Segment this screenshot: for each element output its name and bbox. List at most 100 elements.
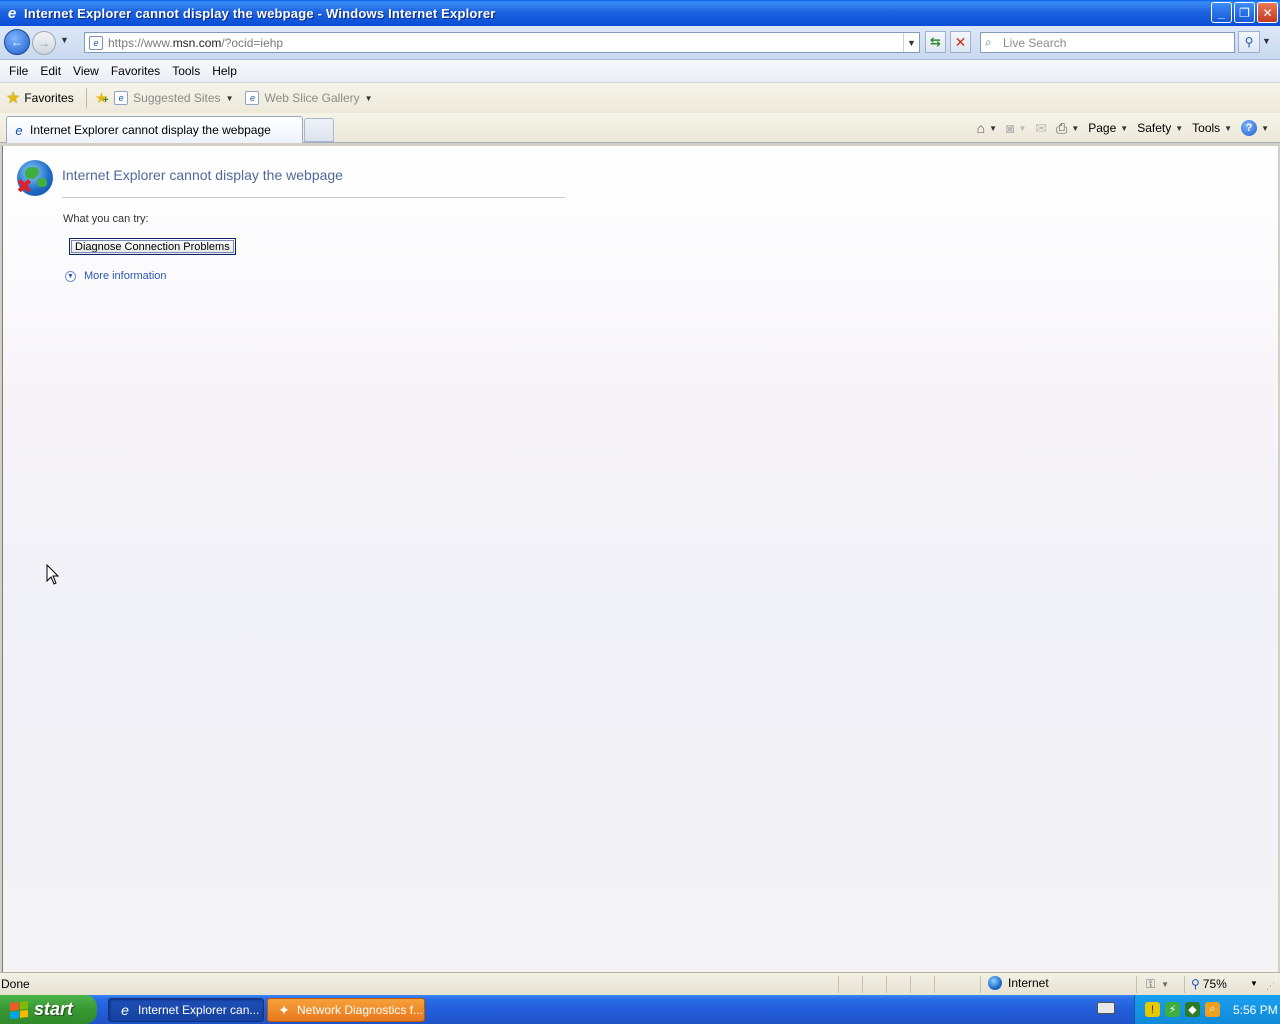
chevron-down-icon: ▼ [1120,123,1129,133]
navigation-bar: ← → ▼ e https://www.msn.com/?ocid=iehp ▼… [0,26,1280,60]
taskbar-ie-label: Internet Explorer can... [138,1003,260,1017]
zoom-dropdown[interactable]: ▼ [1250,979,1258,988]
chevron-down-icon: ▼ [1175,123,1184,133]
internet-zone-icon [988,976,1002,990]
search-icon: ⚲ [1244,35,1254,49]
start-button[interactable]: start [0,995,97,1024]
search-tray-icon[interactable]: ⌕ [1205,1002,1220,1017]
minimize-button[interactable]: _ [1211,2,1232,23]
feeds-button[interactable]: ◙ ▼ [1003,120,1029,136]
new-tab-button[interactable] [304,118,334,142]
ie-icon: e [15,122,23,138]
chevron-down-icon[interactable]: ▼ [989,124,997,133]
search-options-dropdown[interactable]: ▼ [1262,36,1271,46]
page-menu-label: Page [1088,121,1117,135]
antivirus-icon[interactable]: ◆ [1185,1002,1200,1017]
status-divider [910,976,911,993]
address-dropdown[interactable]: ▼ [903,33,919,52]
favorites-label: Favorites [24,91,74,105]
ie-page-icon: e [245,91,260,105]
tab-title: Internet Explorer cannot display the web… [30,123,271,137]
zone-label: Internet [1008,976,1049,990]
zoom-icon: ⚲ [1191,977,1200,991]
url-suffix: /?ocid=iehp [221,35,284,50]
chevron-down-icon: ▼ [225,93,234,103]
tab-active[interactable]: e Internet Explorer cannot display the w… [6,116,303,143]
taskbar-network-diagnostics-label: Network Diagnostics f... [297,1003,424,1017]
error-title: Internet Explorer cannot display the web… [62,167,343,183]
chevron-down-icon[interactable]: ▼ [1071,124,1079,133]
chevron-down-icon: ▼ [1161,980,1170,989]
help-menu-button[interactable]: ? ▼ [1238,120,1272,136]
print-button[interactable]: ⎙ ▼ [1053,120,1082,137]
safety-menu-button[interactable]: Safety ▼ [1134,121,1186,135]
read-mail-button[interactable]: ✉ [1032,120,1050,137]
taskbar-ie-button[interactable]: e Internet Explorer can... [108,998,264,1022]
stop-button[interactable]: ✕ [950,31,971,53]
home-button[interactable]: ⌂ ▼ [974,120,1000,136]
favorites-separator [85,88,87,108]
web-slice-gallery-button[interactable]: e Web Slice Gallery ▼ [245,91,373,105]
suggested-sites-button[interactable]: e Suggested Sites ▼ [114,91,233,105]
ie-icon: e [121,1002,129,1018]
search-box[interactable]: ⌕ Live Search [980,32,1235,53]
status-bar: Done Internet ⚿ ▼ ⚲ 75% ▼ ⋰ [0,972,1280,995]
search-provider-icon: ⌕ [985,35,992,49]
network-diagnostics-icon: ✦ [278,1001,290,1018]
menu-edit[interactable]: Edit [34,64,67,78]
status-divider [1136,976,1137,993]
security-shield-icon[interactable]: ! [1145,1002,1160,1017]
star-icon: ★ [6,90,21,107]
recent-pages-dropdown[interactable]: ▼ [60,35,69,45]
address-bar[interactable]: e https://www.msn.com/?ocid=iehp ▼ [84,32,920,53]
menu-view[interactable]: View [67,64,105,78]
taskbar-network-diagnostics-button[interactable]: ✦ Network Diagnostics f... [267,998,425,1022]
print-icon: ⎙ [1056,119,1068,136]
tools-menu-button[interactable]: Tools ▼ [1189,121,1235,135]
security-zone[interactable]: Internet [988,976,1049,990]
network-icon[interactable]: ⚡ [1165,1002,1180,1017]
zoom-button[interactable]: ⚲ 75% [1191,977,1227,991]
menu-help[interactable]: Help [206,64,243,78]
search-input[interactable]: Live Search [1003,36,1066,50]
divider [62,197,565,198]
taskbar: start e Internet Explorer can... ✦ Netwo… [0,995,1280,1024]
refresh-button[interactable]: ⇆ [925,31,946,53]
page-menu-button[interactable]: Page ▼ [1085,121,1131,135]
tab-bar: e Internet Explorer cannot display the w… [0,113,1280,143]
status-divider [1184,976,1185,993]
more-information-label[interactable]: More information [84,270,167,282]
tools-menu-label: Tools [1192,121,1221,135]
feeds-icon: ◙ [1005,120,1015,136]
protected-mode-button[interactable]: ⚿ ▼ [1146,977,1169,992]
command-bar: ⌂ ▼ ◙ ▼ ✉ ⎙ ▼ Page ▼ Safety ▼ Tools ▼ ? ▼ [974,117,1272,139]
more-information-link[interactable]: ▼ More information [65,270,167,282]
safety-menu-label: Safety [1137,121,1172,135]
menu-favorites[interactable]: Favorites [105,64,166,78]
resize-grip[interactable]: ⋰ [1266,981,1275,992]
page-content: ✖ Internet Explorer cannot display the w… [2,146,1278,972]
expand-icon[interactable]: ▼ [65,270,76,282]
close-button[interactable]: ✕ [1257,2,1278,23]
refresh-icon: ⇆ [930,34,941,49]
menu-tools[interactable]: Tools [166,64,206,78]
diagnose-connection-button[interactable]: Diagnose Connection Problems [69,238,236,255]
menu-file[interactable]: File [3,64,34,78]
ie-icon: e [7,4,17,22]
keyboard-icon[interactable] [1097,1002,1115,1014]
help-icon: ? [1241,120,1258,136]
search-button[interactable]: ⚲ [1238,31,1260,53]
forward-button[interactable]: → [32,31,56,55]
status-divider [838,976,839,993]
address-url[interactable]: https://www.msn.com/?ocid=iehp [108,36,903,50]
what-you-can-try-label: What you can try: [63,213,149,225]
lock-icon: ⚿ [1146,977,1156,991]
back-button[interactable]: ← [4,29,30,55]
restore-button[interactable]: ❐ [1234,2,1255,23]
clock[interactable]: 5:56 PM [1233,1003,1278,1017]
status-divider [980,976,981,993]
favorites-button[interactable]: ★ Favorites [0,86,80,110]
add-favorite-icon[interactable]: ★ + [95,89,109,107]
menu-bar: File Edit View Favorites Tools Help [0,60,1280,83]
chevron-down-icon: ▼ [1018,123,1027,133]
